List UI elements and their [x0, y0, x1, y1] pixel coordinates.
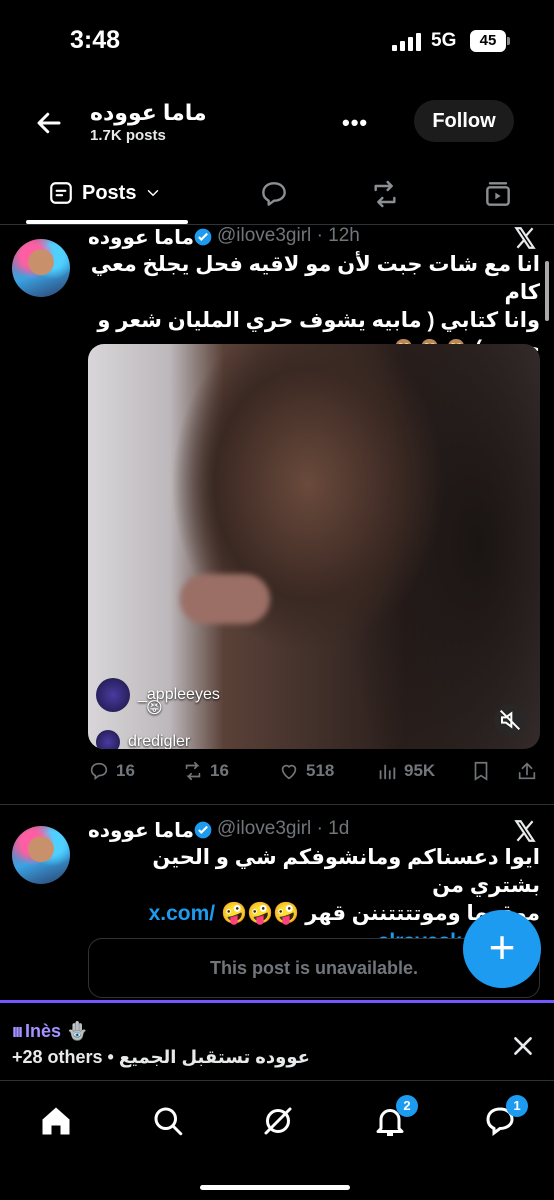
reply-count: 16 [116, 761, 135, 780]
nav-home[interactable] [38, 1103, 74, 1139]
bookmark-icon[interactable] [470, 760, 492, 782]
like-button[interactable]: 518 [278, 760, 334, 782]
handle: @ilove3girl · 12h [217, 225, 360, 247]
notifications-badge: 2 [396, 1095, 418, 1117]
post-link[interactable]: x.com/ [149, 902, 216, 925]
avatar[interactable] [12, 239, 70, 297]
views-icon [379, 764, 396, 780]
search-icon [154, 1107, 183, 1136]
video-frame [180, 574, 270, 624]
post-time: · 1d [316, 818, 350, 839]
scrollbar[interactable] [545, 261, 549, 321]
post-divider [0, 804, 554, 805]
views-button[interactable]: 95K [376, 760, 435, 782]
post-time: · 12h [316, 225, 360, 246]
network-type: 5G [431, 30, 457, 51]
spaces-title: ııı Inès 🪬 [12, 1021, 88, 1042]
follow-button[interactable]: Follow [414, 100, 514, 142]
signal-icon [392, 33, 422, 51]
post-video[interactable]: _appleeyes 😝 dredigler [88, 344, 540, 749]
tab-posts-label: Posts [82, 181, 137, 204]
speaker-muted-icon [499, 709, 521, 731]
post-text-line: ايوا دعسناكم ومانشوفكم شي و الحين بشتري … [152, 846, 540, 897]
display-name: ماما عووده [87, 227, 194, 249]
tab-posts[interactable]: Posts [48, 178, 162, 208]
tab-replies-icon[interactable] [258, 178, 290, 210]
repost-count: 16 [210, 761, 229, 780]
post-text-line: وانا كتابي ( مابيه يشوف حري المليان شعر … [97, 309, 540, 332]
grok-icon [264, 1107, 292, 1135]
share-icon[interactable] [516, 760, 538, 782]
close-icon[interactable] [510, 1033, 536, 1059]
nav-search[interactable] [150, 1103, 186, 1139]
nav-notifications[interactable]: 2 [372, 1095, 418, 1139]
views-count: 95K [404, 761, 436, 780]
battery-icon: 45 [470, 30, 506, 52]
x-logo-icon [514, 820, 536, 842]
repost-icon [185, 761, 201, 781]
post-actions: 16 16 518 95K [0, 760, 554, 790]
heart-icon [281, 764, 297, 780]
repost-button[interactable]: 16 [182, 760, 229, 782]
post-text-line: انا مع شات جبت لأن مو لاقيه فحل يجلخ معي… [90, 253, 540, 304]
tab-reposts-icon[interactable] [369, 178, 401, 210]
chevron-down-icon [148, 190, 159, 197]
handle: @ilove3girl · 1d [217, 818, 349, 840]
verified-badge-icon [194, 228, 212, 246]
tab-media-icon[interactable] [482, 178, 514, 210]
handle-text: @ilove3girl [217, 818, 312, 839]
profile-header: ماما عووده 1.7K posts ••• Follow [0, 80, 554, 160]
compose-button[interactable]: + [463, 910, 541, 988]
nav-messages[interactable]: 1 [482, 1095, 528, 1139]
display-name: ماما عووده [87, 820, 194, 842]
posts-icon [50, 182, 72, 204]
home-indicator[interactable] [200, 1185, 350, 1190]
spaces-subtitle: +28 others • عووده تستقبل الجميع [12, 1047, 310, 1067]
commenter-avatar [96, 730, 120, 749]
live-comment: dredigler [96, 730, 190, 749]
active-tab-indicator [26, 220, 188, 224]
post-count: 1.7K posts [90, 127, 166, 144]
audio-wave-icon: ııı [12, 1021, 23, 1041]
battery-cap [507, 37, 510, 45]
commenter-name: dredigler [128, 733, 191, 749]
x-logo-icon [514, 227, 536, 249]
comment-emoji: 😝 [146, 700, 163, 717]
messages-badge: 1 [506, 1095, 528, 1117]
back-arrow-icon[interactable] [34, 108, 64, 138]
status-time: 3:48 [70, 26, 121, 54]
verified-badge-icon [194, 821, 212, 839]
profile-tabs: Posts [0, 160, 554, 225]
like-count: 518 [306, 761, 335, 780]
mute-button[interactable] [494, 704, 526, 736]
bottom-nav: 2 1 [0, 1080, 554, 1200]
reply-icon [90, 762, 108, 780]
spaces-bar[interactable]: ııı Inès 🪬 +28 others • عووده تستقبل الجم… [0, 1000, 554, 1080]
status-bar: 3:48 5G 45 [0, 0, 554, 80]
spaces-host: Inès 🪬 [25, 1021, 89, 1041]
avatar[interactable] [12, 826, 70, 884]
home-icon [42, 1107, 70, 1135]
handle-text: @ilove3girl [217, 225, 312, 246]
commenter-avatar [96, 678, 130, 712]
more-options-button[interactable]: ••• [342, 110, 368, 136]
profile-name: ماما عووده [90, 100, 207, 125]
reply-button[interactable]: 16 [88, 760, 135, 782]
nav-grok[interactable] [260, 1103, 296, 1139]
